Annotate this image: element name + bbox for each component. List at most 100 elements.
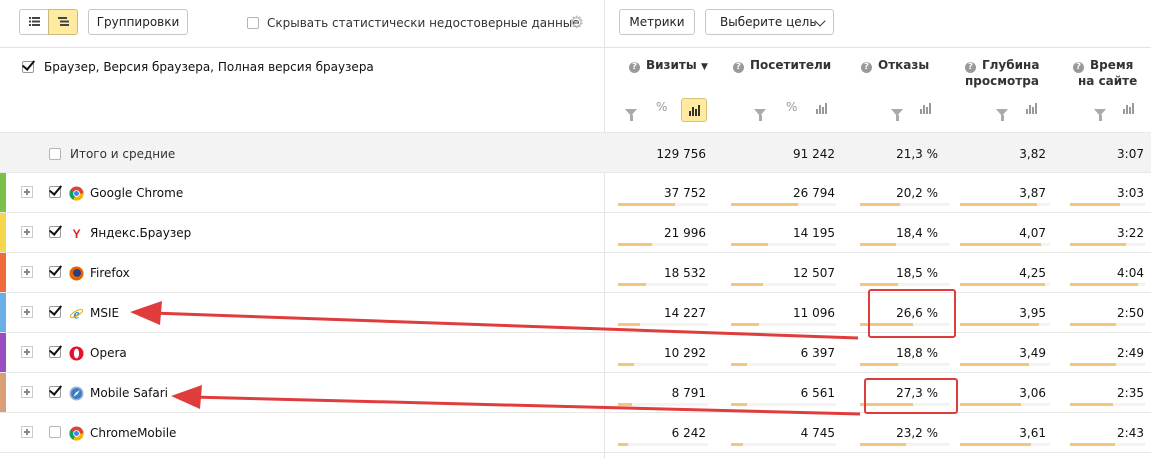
totals-depth: 3,82 [1019,147,1046,161]
row-checkbox[interactable] [49,186,61,198]
table-row[interactable]: Google Chrome 37 752 26 794 20,2 % 3,87 … [0,173,1151,213]
hide-unreliable-checkbox[interactable] [247,17,259,29]
metrics-button[interactable]: Метрики [619,9,695,35]
visits-bar-fill [618,203,675,206]
browser-name: Google Chrome [90,186,184,200]
safari-icon [69,386,84,401]
totals-bounces: 21,3 % [896,147,938,161]
bar-chart-icon[interactable] [816,103,827,117]
visits-bar [618,443,708,446]
bar-chart-icon[interactable] [1026,103,1037,117]
groupings-button[interactable]: Группировки [88,9,188,35]
visitors-bar-fill [731,323,759,326]
visitors-value: 14 195 [793,226,835,240]
dimension-header[interactable]: Браузер, Версия браузера, Полная версия … [22,60,374,74]
time-value: 4:04 [1117,266,1144,280]
table-row[interactable]: ChromeMobile 6 242 4 745 23,2 % 3,61 2:4… [0,413,1151,453]
bar-chart-toggle[interactable] [681,98,707,122]
column-bounces[interactable]: ? Отказы [861,57,929,73]
column-visitors[interactable]: ? Посетители [733,57,831,73]
percent-toggle[interactable]: % [656,100,667,114]
visitors-value: 6 561 [800,386,835,400]
help-icon[interactable]: ? [861,62,872,73]
hide-unreliable-toggle[interactable]: Скрывать статистически недостоверные дан… [247,16,580,30]
expand-icon[interactable] [21,306,33,318]
row-checkbox[interactable] [49,266,61,278]
depth-bar-fill [960,203,1037,206]
bounces-bar [860,363,950,366]
depth-bar-fill [960,403,1021,406]
filter-icon[interactable] [1094,105,1106,121]
expand-icon[interactable] [21,386,33,398]
browser-name: Opera [90,346,127,360]
visits-bar-fill [618,443,628,446]
bounces-bar-fill [860,283,898,286]
visitors-bar [731,403,836,406]
ie-icon: e [69,306,84,323]
visitors-value: 12 507 [793,266,835,280]
table-row[interactable]: Mobile Safari 8 791 6 561 27,3 % 3,06 2:… [0,373,1151,413]
flat-view-button[interactable] [19,9,49,35]
totals-label: Итого и средние [70,147,176,161]
bar-chart-icon[interactable] [920,103,931,117]
goal-select[interactable]: Выберите цель [705,9,834,35]
expand-icon[interactable] [21,346,33,358]
bounces-bar [860,243,950,246]
visits-bar [618,403,708,406]
time-bar [1070,243,1145,246]
help-icon[interactable]: ? [629,62,640,73]
table-row[interactable]: Opera 10 292 6 397 18,8 % 3,49 2:49 [0,333,1151,373]
row-checkbox[interactable] [49,306,61,318]
expand-icon[interactable] [21,186,33,198]
row-color-strip [0,333,6,373]
totals-row: Итого и средние 129 756 91 242 21,3 % 3,… [0,133,1151,173]
dimension-checkbox[interactable] [22,61,34,73]
row-checkbox[interactable] [49,386,61,398]
row-color-strip [0,293,6,333]
table-row[interactable]: e MSIE 14 227 11 096 26,6 % 3,95 2:50 [0,293,1151,333]
column-depth[interactable]: ? Глубина просмотра [965,57,1039,89]
percent-toggle[interactable]: % [786,100,797,114]
time-value: 2:50 [1117,306,1144,320]
chrome-icon [69,186,84,201]
row-checkbox[interactable] [49,226,61,238]
help-icon[interactable]: ? [965,62,976,73]
help-icon[interactable]: ? [733,62,744,73]
table-row[interactable]: Firefox 18 532 12 507 18,5 % 4,25 4:04 [0,253,1151,293]
visits-value: 10 292 [664,346,706,360]
column-time[interactable]: ? Время на сайте [1073,57,1137,89]
bar-chart-icon[interactable] [1123,103,1134,117]
expand-icon[interactable] [21,426,33,438]
time-bar-fill [1070,283,1138,286]
depth-bar-fill [960,243,1041,246]
expand-icon[interactable] [21,226,33,238]
totals-checkbox[interactable] [49,148,61,160]
depth-bar [960,363,1050,366]
visits-value: 37 752 [664,186,706,200]
browser-name: Mobile Safari [90,386,168,400]
expand-icon[interactable] [21,266,33,278]
filter-icon[interactable] [996,105,1008,121]
gear-icon[interactable]: ⚙ [569,14,587,32]
visitors-bar [731,283,836,286]
tree-view-button[interactable] [48,9,78,35]
row-checkbox[interactable] [49,426,61,438]
depth-value: 3,06 [1019,386,1046,400]
filter-icon[interactable] [754,105,766,121]
filter-icon[interactable] [625,105,637,121]
bounces-value: 18,8 % [896,346,938,360]
time-value: 2:43 [1117,426,1144,440]
row-checkbox[interactable] [49,346,61,358]
table-row[interactable]: Y Яндекс.Браузер 21 996 14 195 18,4 % 4,… [0,213,1151,253]
depth-bar-fill [960,323,1039,326]
browser-name: Яндекс.Браузер [90,226,192,240]
help-icon[interactable]: ? [1073,62,1084,73]
time-bar [1070,363,1145,366]
visitors-bar-fill [731,283,763,286]
column-visits[interactable]: ? Визиты ▼ [629,57,708,75]
divider [0,412,1151,413]
divider [0,292,1151,293]
dimension-title: Браузер, Версия браузера, Полная версия … [44,60,374,74]
goal-select-label: Выберите цель [720,15,817,29]
filter-icon[interactable] [891,105,903,121]
